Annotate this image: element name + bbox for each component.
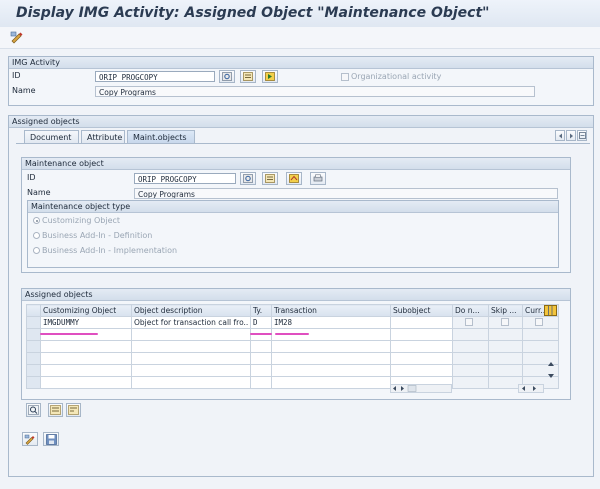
radio-customizing-object[interactable]: Customizing Object — [33, 216, 120, 225]
mo-name-label: Name — [27, 188, 51, 197]
current-checkbox[interactable] — [535, 318, 543, 326]
cell-customizing-object[interactable]: IMGDUMMY — [40, 316, 132, 329]
deselect-all-icon[interactable] — [66, 403, 81, 417]
org-activity-checkbox[interactable] — [341, 73, 349, 81]
col-transaction[interactable]: Transaction — [271, 304, 391, 317]
mo-document-icon[interactable] — [262, 172, 278, 185]
img-activity-id-field[interactable]: ORIP_PROGCOPY — [95, 71, 215, 82]
radio-customizing-object-label: Customizing Object — [42, 216, 121, 225]
where-used-icon[interactable] — [219, 70, 235, 83]
assigned-objects-table: Customizing Object Object description Ty… — [26, 304, 559, 389]
document-list-icon[interactable] — [240, 70, 256, 83]
row-selector[interactable] — [26, 316, 41, 329]
name-label: Name — [12, 86, 36, 95]
tab-attribute[interactable]: Attribute — [81, 130, 125, 143]
col-subobject[interactable]: Subobject — [390, 304, 453, 317]
table-row[interactable] — [26, 340, 559, 353]
radio-badi-implementation[interactable]: Business Add-In - Implementation — [33, 246, 177, 255]
annotation-underline — [275, 333, 309, 335]
cell-type[interactable]: D — [250, 316, 272, 329]
select-all-icon[interactable] — [48, 403, 63, 417]
execute-activity-icon[interactable] — [262, 70, 278, 83]
tab-document[interactable]: Document — [24, 130, 79, 143]
mo-id-label: ID — [27, 173, 36, 182]
radio-badi-definition-label: Business Add-In - Definition — [42, 231, 153, 240]
table-row[interactable] — [26, 352, 559, 365]
table-settings-icon[interactable] — [544, 305, 557, 316]
img-activity-name-field[interactable]: Copy Programs — [95, 86, 535, 97]
horizontal-scrollbar-left[interactable] — [390, 384, 452, 393]
org-activity-label: Organizational activity — [351, 72, 442, 81]
col-type[interactable]: Ty. — [250, 304, 272, 317]
id-label: ID — [12, 71, 21, 80]
radio-badi-definition[interactable]: Business Add-In - Definition — [33, 231, 152, 240]
mo-navigate-icon[interactable] — [286, 172, 302, 185]
tab-strip-line — [16, 143, 590, 144]
annotation-underline — [40, 333, 98, 335]
assigned-objects-table-header: Assigned objects — [22, 289, 570, 301]
mo-print-icon[interactable] — [310, 172, 326, 185]
skip-checkbox[interactable] — [501, 318, 509, 326]
row-selector-header[interactable] — [26, 304, 41, 317]
col-do-not[interactable]: Do n... — [452, 304, 489, 317]
display-change-bottom-icon[interactable] — [22, 432, 38, 446]
radio-unselected-icon — [33, 232, 40, 239]
radio-selected-icon — [33, 217, 40, 224]
mo-where-used-icon[interactable] — [240, 172, 256, 185]
do-not-checkbox[interactable] — [465, 318, 473, 326]
mo-name-field[interactable]: Copy Programs — [134, 188, 558, 199]
application-toolbar — [0, 27, 600, 49]
zoom-detail-icon[interactable] — [26, 403, 41, 417]
mo-id-field[interactable]: ORIP_PROGCOPY — [134, 173, 236, 184]
col-object-description[interactable]: Object description — [131, 304, 251, 317]
cell-subobject[interactable] — [390, 316, 453, 329]
cell-object-description[interactable]: Object for transaction call fro.. — [131, 316, 251, 329]
tab-scroll-right-icon[interactable] — [566, 130, 576, 141]
scroll-down-icon[interactable] — [547, 372, 555, 382]
table-row[interactable]: IMGDUMMY Object for transaction call fro… — [26, 316, 559, 329]
col-customizing-object[interactable]: Customizing Object — [40, 304, 132, 317]
tab-scroll-left-icon[interactable] — [555, 130, 565, 141]
tab-maint-objects[interactable]: Maint.objects — [127, 130, 195, 143]
cell-transaction[interactable]: IM28 — [271, 316, 391, 329]
cell-skip[interactable] — [488, 316, 523, 329]
table-header-row: Customizing Object Object description Ty… — [26, 304, 559, 317]
save-icon[interactable] — [43, 432, 59, 446]
assigned-objects-section-header: Assigned objects — [9, 116, 593, 128]
col-skip[interactable]: Skip ... — [488, 304, 523, 317]
img-activity-header: IMG Activity — [9, 57, 593, 69]
maintenance-object-header: Maintenance object — [22, 158, 570, 170]
radio-unselected-icon — [33, 247, 40, 254]
cell-do-not[interactable] — [452, 316, 489, 329]
tab-list-icon[interactable] — [577, 130, 587, 141]
window-title: Display IMG Activity: Assigned Object "M… — [16, 5, 490, 21]
title-bar: Display IMG Activity: Assigned Object "M… — [0, 0, 600, 28]
table-row[interactable] — [26, 376, 559, 389]
cell-current[interactable] — [522, 316, 559, 329]
radio-badi-implementation-label: Business Add-In - Implementation — [42, 246, 178, 255]
scroll-up-icon[interactable] — [547, 360, 555, 370]
horizontal-scrollbar-right[interactable] — [518, 384, 544, 393]
maintenance-object-type-header: Maintenance object type — [28, 201, 558, 213]
display-change-icon[interactable] — [9, 29, 25, 45]
annotation-underline — [250, 333, 272, 335]
table-row[interactable] — [26, 364, 559, 377]
